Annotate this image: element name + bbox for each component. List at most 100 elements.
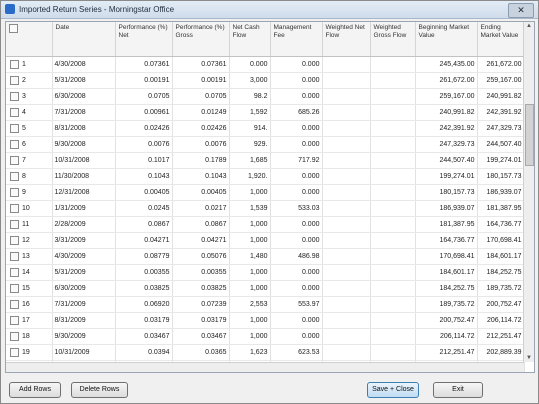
row-select-cell[interactable]: 15 — [6, 280, 53, 297]
scroll-up-icon[interactable]: ▲ — [526, 23, 532, 29]
weighted-gross-flow-cell[interactable] — [370, 120, 416, 137]
row-checkbox[interactable] — [10, 284, 19, 293]
weighted-net-flow-cell[interactable] — [322, 232, 371, 249]
row-checkbox[interactable] — [10, 236, 19, 245]
weighted-gross-flow-cell[interactable] — [370, 104, 416, 121]
performance-gross-cell[interactable]: 0.07239 — [172, 296, 230, 313]
scroll-down-icon[interactable]: ▼ — [526, 355, 532, 361]
ending-market-value-cell[interactable]: 170,698.41 — [477, 232, 525, 249]
table-row[interactable]: 4 7/31/2008 0.00961 0.01249 1,592 685.26 240,9… — [6, 104, 525, 121]
ending-market-value-cell[interactable]: 184,252.75 — [477, 264, 525, 281]
row-select-cell[interactable]: 9 — [6, 184, 53, 201]
performance-gross-cell[interactable]: 0.0867 — [172, 216, 230, 233]
row-checkbox[interactable] — [10, 204, 19, 213]
date-cell[interactable]: 2/28/2009 — [52, 216, 116, 233]
date-cell[interactable]: 6/30/2008 — [52, 88, 116, 105]
performance-net-cell[interactable]: 0.03467 — [115, 328, 173, 345]
table-row[interactable]: 6 9/30/2008 0.0076 0.0076 929. 0.000 247,329.7… — [6, 136, 525, 153]
table-row[interactable]: 12 3/31/2009 0.04271 0.04271 1,000 0.000 164,7… — [6, 232, 525, 249]
ending-market-value-cell[interactable]: 247,329.73 — [477, 120, 525, 137]
performance-net-cell[interactable]: 0.0245 — [115, 200, 173, 217]
save-close-button[interactable]: Save + Close — [367, 382, 419, 398]
date-cell[interactable]: 9/30/2008 — [52, 136, 116, 153]
management-fee-cell[interactable]: 0.000 — [270, 216, 323, 233]
performance-gross-cell[interactable]: 0.00405 — [172, 184, 230, 201]
row-checkbox[interactable] — [10, 300, 19, 309]
date-cell[interactable]: 4/30/2008 — [52, 56, 116, 73]
table-row[interactable]: 2 5/31/2008 0.00191 0.00191 3,000 0.000 261,67… — [6, 72, 525, 89]
vertical-scrollbar[interactable]: ▲ ▼ — [523, 22, 534, 362]
weighted-gross-flow-cell[interactable] — [370, 296, 416, 313]
table-row[interactable]: 11 2/28/2009 0.0867 0.0867 1,000 0.000 181,387… — [6, 216, 525, 233]
performance-gross-cell[interactable]: 0.00191 — [172, 72, 230, 89]
date-cell[interactable]: 3/31/2009 — [52, 232, 116, 249]
weighted-gross-flow-cell[interactable] — [370, 344, 416, 361]
performance-gross-cell[interactable]: 0.0076 — [172, 136, 230, 153]
row-checkbox[interactable] — [10, 76, 19, 85]
performance-gross-cell[interactable]: 0.0217 — [172, 200, 230, 217]
row-checkbox[interactable] — [10, 252, 19, 261]
beginning-market-value-cell[interactable]: 184,601.17 — [415, 264, 478, 281]
performance-net-cell[interactable]: 0.06920 — [115, 296, 173, 313]
beginning-market-value-cell[interactable]: 245,435.00 — [415, 56, 478, 73]
beginning-market-value-cell[interactable]: 199,274.01 — [415, 168, 478, 185]
performance-gross-cell[interactable]: 0.03179 — [172, 312, 230, 329]
weighted-net-flow-cell[interactable] — [322, 296, 371, 313]
row-select-cell[interactable]: 12 — [6, 232, 53, 249]
row-checkbox[interactable] — [10, 220, 19, 229]
row-select-cell[interactable]: 2 — [6, 72, 53, 89]
performance-net-cell[interactable]: 0.0076 — [115, 136, 173, 153]
weighted-net-flow-cell[interactable] — [322, 184, 371, 201]
header-performance-gross[interactable]: Performance (%) Gross — [172, 22, 230, 57]
performance-net-cell[interactable]: 0.08779 — [115, 248, 173, 265]
performance-net-cell[interactable]: 0.0867 — [115, 216, 173, 233]
table-row[interactable]: 13 4/30/2009 0.08779 0.05076 1,480 486.98 170,… — [6, 248, 525, 265]
beginning-market-value-cell[interactable]: 240,991.82 — [415, 104, 478, 121]
weighted-gross-flow-cell[interactable] — [370, 216, 416, 233]
table-row[interactable]: 9 12/31/2008 0.00405 0.00405 1,000 0.000 180,1… — [6, 184, 525, 201]
performance-gross-cell[interactable]: 0.0705 — [172, 88, 230, 105]
ending-market-value-cell[interactable]: 242,391.92 — [477, 104, 525, 121]
table-row[interactable]: 15 6/30/2009 0.03825 0.03825 1,000 0.000 184,2… — [6, 280, 525, 297]
header-weighted-gross-flow[interactable]: Weighted Gross Flow — [370, 22, 416, 57]
weighted-gross-flow-cell[interactable] — [370, 184, 416, 201]
net-cash-flow-cell[interactable]: 1,000 — [229, 280, 271, 297]
weighted-gross-flow-cell[interactable] — [370, 152, 416, 169]
date-cell[interactable]: 10/31/2008 — [52, 152, 116, 169]
table-row[interactable]: 19 10/31/2009 0.0394 0.0365 1,623 623.53 212,2… — [6, 344, 525, 361]
row-checkbox[interactable] — [10, 268, 19, 277]
performance-net-cell[interactable]: 0.02426 — [115, 120, 173, 137]
weighted-net-flow-cell[interactable] — [322, 344, 371, 361]
row-select-cell[interactable]: 3 — [6, 88, 53, 105]
management-fee-cell[interactable]: 0.000 — [270, 72, 323, 89]
date-cell[interactable]: 5/31/2008 — [52, 72, 116, 89]
net-cash-flow-cell[interactable]: 1,000 — [229, 216, 271, 233]
management-fee-cell[interactable]: 717.92 — [270, 152, 323, 169]
weighted-gross-flow-cell[interactable] — [370, 56, 416, 73]
net-cash-flow-cell[interactable]: 1,000 — [229, 184, 271, 201]
row-select-cell[interactable]: 19 — [6, 344, 53, 361]
performance-gross-cell[interactable]: 0.04271 — [172, 232, 230, 249]
row-select-cell[interactable]: 5 — [6, 120, 53, 137]
weighted-gross-flow-cell[interactable] — [370, 88, 416, 105]
row-checkbox[interactable] — [10, 316, 19, 325]
ending-market-value-cell[interactable]: 259,167.00 — [477, 72, 525, 89]
table-row[interactable]: 18 9/30/2009 0.03467 0.03467 1,000 0.000 206,1… — [6, 328, 525, 345]
header-ending-market-value[interactable]: Ending Market Value — [477, 22, 525, 57]
ending-market-value-cell[interactable]: 164,736.77 — [477, 216, 525, 233]
ending-market-value-cell[interactable]: 181,387.95 — [477, 200, 525, 217]
net-cash-flow-cell[interactable]: 1,685 — [229, 152, 271, 169]
performance-gross-cell[interactable]: 0.02426 — [172, 120, 230, 137]
weighted-net-flow-cell[interactable] — [322, 152, 371, 169]
header-beginning-market-value[interactable]: Beginning Market Value — [415, 22, 478, 57]
weighted-gross-flow-cell[interactable] — [370, 328, 416, 345]
net-cash-flow-cell[interactable]: 1,623 — [229, 344, 271, 361]
add-rows-button[interactable]: Add Rows — [9, 382, 61, 398]
ending-market-value-cell[interactable]: 261,672.00 — [477, 56, 525, 73]
beginning-market-value-cell[interactable]: 164,736.77 — [415, 232, 478, 249]
weighted-gross-flow-cell[interactable] — [370, 280, 416, 297]
ending-market-value-cell[interactable]: 180,157.73 — [477, 168, 525, 185]
performance-net-cell[interactable]: 0.03825 — [115, 280, 173, 297]
performance-gross-cell[interactable]: 0.00355 — [172, 264, 230, 281]
row-checkbox[interactable] — [10, 156, 19, 165]
